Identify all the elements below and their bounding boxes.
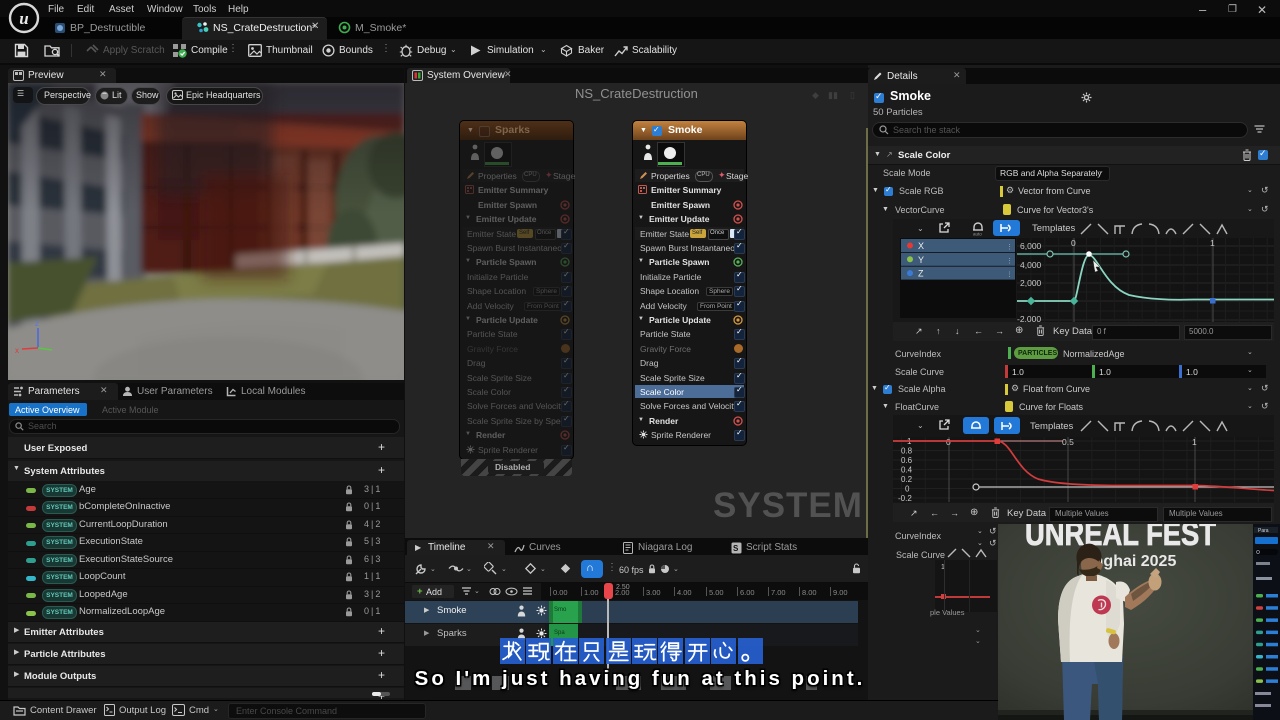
svg-text:z: z [35,319,39,328]
svg-text:0: 0 [905,485,910,494]
svg-text:0: 0 [1071,238,1076,248]
svg-text:0.8: 0.8 [901,447,913,456]
svg-text:Para: Para [1258,528,1269,534]
svg-text:2,000: 2,000 [1020,278,1042,288]
svg-text:u: u [19,9,28,28]
svg-text:0: 0 [946,437,951,447]
svg-text:⋮: ⋮ [1006,244,1013,251]
svg-text:1: 1 [1210,238,1215,248]
svg-text:S: S [733,544,739,553]
svg-text:1: 1 [1192,437,1197,447]
svg-text:-0.2: -0.2 [898,494,912,502]
svg-text:UNREAL FEST: UNREAL FEST [1025,524,1216,552]
svg-text:Z: Z [918,269,924,279]
svg-text:-2,000: -2,000 [1017,314,1041,322]
svg-text:X: X [918,241,924,251]
svg-text:0.5: 0.5 [1062,437,1074,447]
svg-text:0.4: 0.4 [901,466,913,475]
svg-text:0.2: 0.2 [901,475,913,484]
svg-text:Y: Y [918,255,924,265]
svg-text:⋮: ⋮ [1006,258,1013,265]
svg-text:6,000: 6,000 [1020,241,1042,251]
svg-text:⋮: ⋮ [1006,272,1013,279]
svg-text:auto: auto [973,232,982,237]
svg-text:nghai 2025: nghai 2025 [1094,553,1177,570]
svg-text:0.6: 0.6 [901,456,913,465]
svg-text:x: x [15,346,19,355]
svg-text:4,000: 4,000 [1020,260,1042,270]
